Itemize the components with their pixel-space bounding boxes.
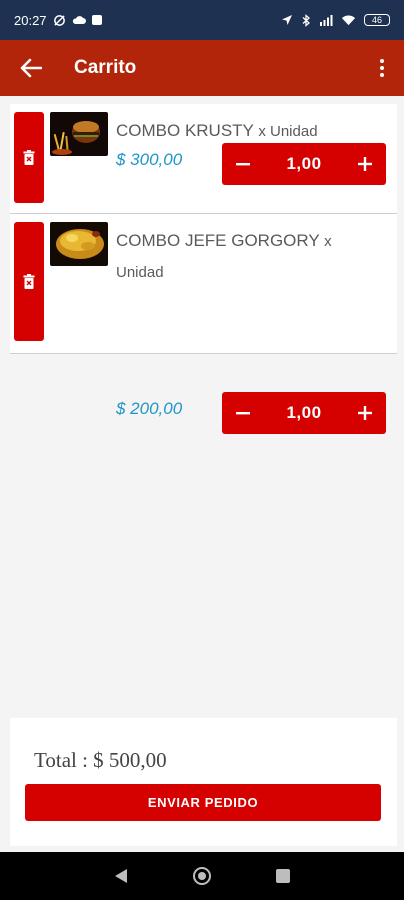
- system-nav-bar: [0, 852, 404, 900]
- triangle-back-icon: [114, 869, 127, 883]
- notification-icon: [91, 15, 102, 25]
- wifi-icon: [341, 15, 356, 26]
- send-order-button[interactable]: ENVIAR PEDIDO: [25, 784, 381, 821]
- trash-icon: [23, 274, 35, 289]
- back-button[interactable]: [0, 40, 62, 96]
- status-bar: 20:27 46: [0, 0, 404, 40]
- arrow-left-icon: [20, 58, 42, 78]
- cart-list: COMBO KRUSTY x Unidad $ 300,00 1,00 COMB…: [10, 104, 397, 434]
- cloud-icon: [72, 16, 86, 24]
- minus-icon: [236, 163, 250, 166]
- bluetooth-icon: [302, 13, 310, 27]
- battery-indicator: 46: [364, 14, 390, 26]
- product-price: $ 300,00: [116, 150, 183, 169]
- overflow-menu-button[interactable]: [360, 40, 404, 96]
- product-image: [50, 112, 108, 156]
- nav-recents-button[interactable]: [268, 861, 298, 891]
- product-name: COMBO JEFE GORGORY x Unidad: [116, 231, 332, 281]
- square-recents-icon: [276, 869, 291, 883]
- circle-home-icon: [192, 867, 211, 885]
- total-amount: Total : $ 500,00: [34, 748, 167, 772]
- location-icon: [282, 15, 292, 25]
- signal-icon: [320, 15, 333, 26]
- order-footer: Total : $ 500,00 ENVIAR PEDIDO: [10, 718, 397, 846]
- nav-back-button[interactable]: [106, 861, 136, 891]
- product-price: $ 200,00: [116, 399, 183, 418]
- nav-home-button[interactable]: [187, 861, 217, 891]
- decrease-quantity-button[interactable]: [232, 398, 254, 428]
- increase-quantity-button[interactable]: [354, 398, 376, 428]
- sync-icon: [53, 14, 65, 26]
- page-title: Carrito: [74, 57, 137, 78]
- decrease-quantity-button[interactable]: [232, 149, 254, 179]
- delete-item-button[interactable]: [14, 222, 44, 341]
- increase-quantity-button[interactable]: [354, 149, 376, 179]
- minus-icon: [236, 412, 250, 415]
- status-time: 20:27: [14, 12, 47, 28]
- quantity-value: 1,00: [286, 154, 322, 173]
- product-unit: x Unidad: [258, 123, 318, 140]
- cart-item: COMBO JEFE GORGORY x Unidad $ 200,00 1,0…: [10, 214, 397, 434]
- delete-item-button[interactable]: [14, 112, 44, 203]
- more-vert-icon: [380, 59, 384, 63]
- quantity-stepper: 1,00: [222, 143, 386, 185]
- cart-item: COMBO KRUSTY x Unidad $ 300,00 1,00: [10, 104, 397, 214]
- app-bar: Carrito: [0, 40, 404, 96]
- plus-icon: [358, 406, 372, 420]
- product-image: [50, 222, 108, 266]
- quantity-stepper: 1,00: [222, 392, 386, 434]
- trash-icon: [23, 150, 35, 165]
- quantity-value: 1,00: [286, 403, 322, 422]
- plus-icon: [358, 157, 372, 171]
